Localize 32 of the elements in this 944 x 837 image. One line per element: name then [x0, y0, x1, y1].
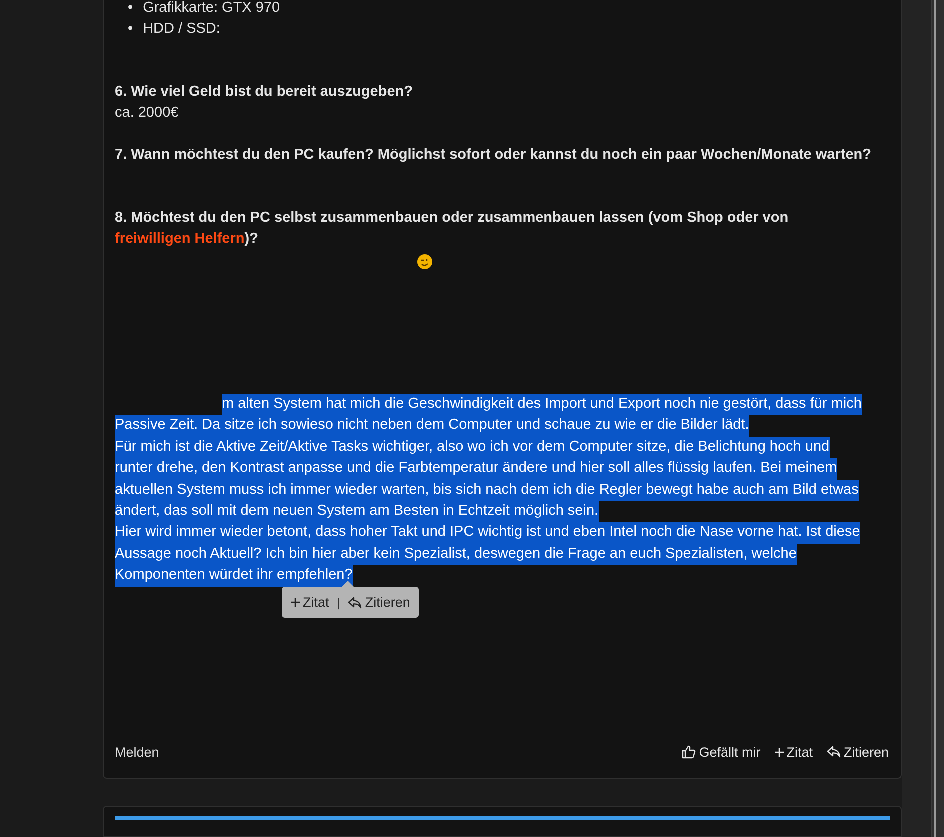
selected-text: Für mich ist die Aktive Zeit/Aktive Tasks wichtiger, also wo ich vor dem Computer sitze, die Belichtung hoch und [115, 436, 830, 458]
reply-button[interactable]: Zitieren [826, 744, 889, 760]
reply-button[interactable]: Zitieren [348, 595, 410, 610]
question-text: 8. Möchtest du den PC selbst zusammenbauen oder zusammenbauen lassen (vom Shop oder von freiwilligen Helfern)? [115, 209, 790, 249]
separator: | [337, 596, 340, 610]
quote-button[interactable]: Zitat [291, 595, 330, 610]
bullet: • [128, 20, 134, 39]
bullet: • [128, 0, 134, 18]
selected-text: m alten System hat mich die Geschwindigkeit des Import und Export noch nie gestört, dass für mich [222, 394, 862, 416]
spec-item: HDD / SSD: [143, 20, 220, 39]
selected-text: ändert, das soll mit dem neuen System am Besten in Echtzeit möglich sein. [115, 501, 599, 522]
helpers-link[interactable]: freiwilligen Helfern [115, 231, 245, 247]
quote-button[interactable]: Zitat [774, 744, 813, 760]
selected-text: Komponenten würdet ihr empfehlen? [115, 565, 353, 587]
plus-icon [291, 598, 300, 607]
selected-text: Hier wird immer wieder betont, dass hoher Takt und IPC wichtig ist und eben Intel noch die Nase vorne hat. Ist diese [115, 522, 860, 544]
like-button[interactable]: Gefällt mir [682, 744, 761, 760]
spec-item: Grafikkarte: GTX 970 [143, 0, 280, 18]
reply-icon [826, 746, 841, 758]
plus-icon [774, 748, 784, 757]
selected-text: Passive Zeit. Da sitze ich sowieso nicht neben dem Computer und schaue zu wie er die Bilder lädt. [115, 415, 750, 437]
reply-icon [348, 596, 362, 608]
answer-text: ca. 2000€ [115, 104, 180, 123]
selected-text: Aussage noch Aktuell? Ich bin hier aber kein Spezialist, deswegen die Frage an euch Spezialisten, welche [115, 544, 797, 566]
selected-text: runter drehe, den Kontrast anpasse und die Farbtemperatur ändere und hier soll alles flüssig laufen. Bei meinem [115, 458, 838, 480]
scrollbar-thumb[interactable] [934, 0, 936, 837]
selected-text: aktuellen System muss ich immer wieder warten, bis sich nach dem ich die Regler bewegt habe auch am Bild etwas [115, 480, 859, 502]
winking-emoji-icon [417, 254, 433, 270]
report-link[interactable]: Melden [115, 744, 160, 760]
thumbs-up-icon [682, 745, 696, 760]
question-text: 6. Wie viel Geld bist du bereit auszugeben? [115, 83, 414, 102]
question-text: 7. Wann möchtest du den PC kaufen? Möglichst sofort oder kannst du noch ein paar Wochen/Monate warten? [115, 146, 872, 165]
